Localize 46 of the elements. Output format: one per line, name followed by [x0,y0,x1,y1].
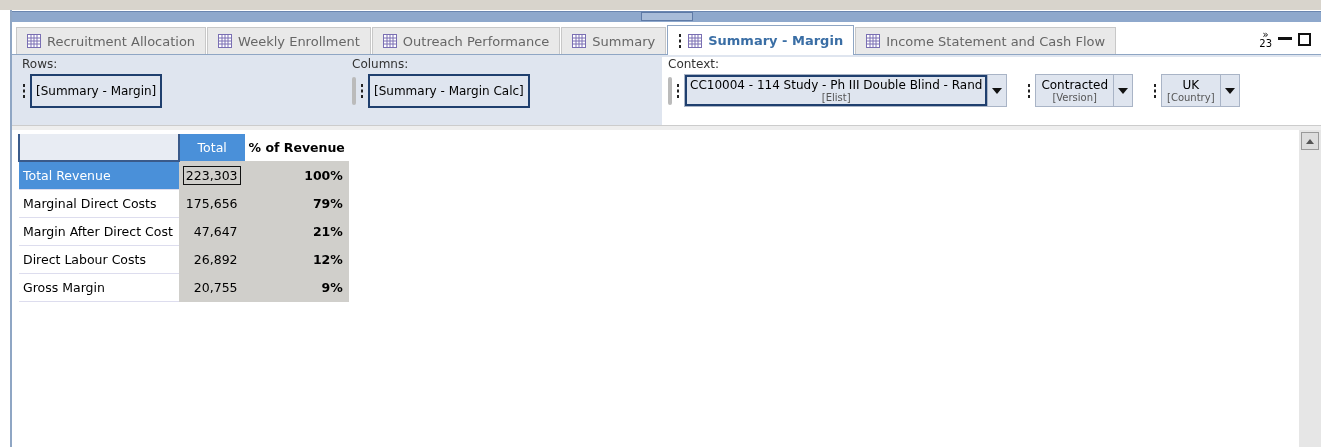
grid-icon [572,34,587,48]
scrollbar[interactable] [1299,130,1321,447]
columns-label: Columns: [352,57,410,71]
grid-icon [218,34,233,48]
member-chip[interactable]: [Summary - Margin Calc] [368,74,530,108]
member-chip[interactable]: [Summary - Margin] [30,74,163,108]
context-dropdown[interactable]: UK [Country] [1161,74,1240,107]
tab[interactable]: Recruitment Allocation [16,27,207,54]
grid-icon [866,34,881,48]
row-header[interactable]: Marginal Direct Costs [19,189,179,218]
tab[interactable]: Weekly Enrollment [207,27,371,54]
grip-icon[interactable] [22,83,26,99]
table-cell[interactable]: 223,303 [182,165,241,185]
grid-icon [27,34,41,48]
rows-label: Rows: [22,57,59,71]
dropdown-icon[interactable] [1118,87,1128,94]
grip-icon[interactable] [1153,82,1157,99]
grip-icon[interactable] [678,32,683,49]
grip-icon[interactable] [1027,82,1032,99]
row-header[interactable]: Margin After Direct Cost [19,217,179,246]
grip-icon[interactable] [676,82,680,99]
tab[interactable]: Summary - Margin [667,25,855,55]
table-cell: 100% [244,161,349,190]
more-tabs-button[interactable]: » 23 [1259,30,1272,48]
grid-icon [688,33,703,48]
tab[interactable]: Summary [561,27,667,54]
row-header[interactable]: Direct Labour Costs [19,245,179,274]
context-dropdown[interactable]: Contracted [Version] [1035,74,1133,107]
grid-icon [382,34,397,48]
context-dropdown[interactable]: CC10004 - 114 Study - Ph III Double Blind - Rand [Elist] [684,74,1008,107]
scroll-up-icon[interactable] [1306,138,1314,144]
grip-icon[interactable] [360,83,364,99]
table-cell: 79% [244,189,349,218]
tab[interactable]: Income Statement and Cash Flow [855,27,1117,54]
table-cell: 9% [244,273,349,302]
dropdown-icon[interactable] [1224,87,1235,94]
context-label: Context: [668,57,721,71]
splitter-handle[interactable] [640,12,693,21]
tab[interactable]: Outreach Performance [371,27,561,54]
dropdown-icon[interactable] [992,87,1003,94]
column-header[interactable]: % of Revenue [244,134,349,161]
minimize-icon[interactable] [1278,37,1292,41]
table-cell: 21% [244,217,349,246]
row-header[interactable]: Gross Margin [19,273,179,302]
table-cell: 12% [244,245,349,274]
maximize-icon[interactable] [1298,32,1311,46]
